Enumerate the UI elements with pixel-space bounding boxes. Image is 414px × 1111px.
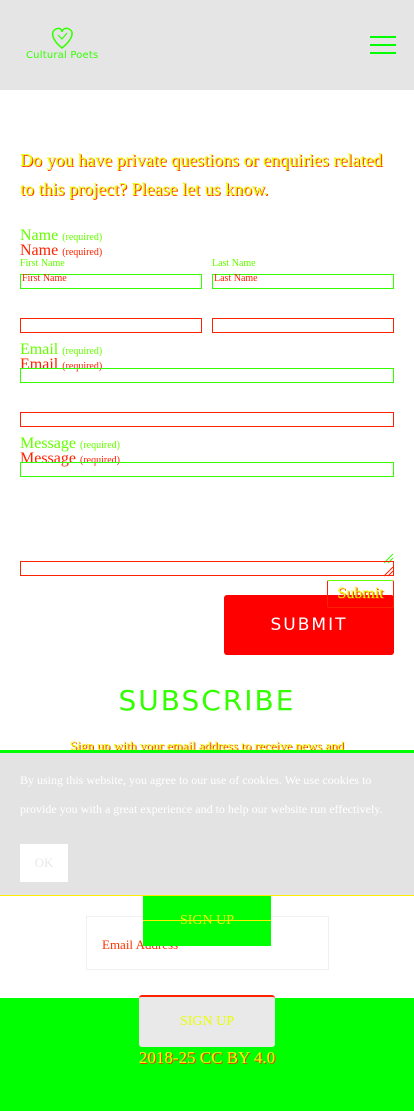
email-input-outline — [20, 383, 394, 413]
last-name-label: Last Name — [212, 258, 256, 269]
message-textarea[interactable] — [20, 462, 394, 477]
contact-intro-text: Do you have private questions or enquiri… — [20, 150, 383, 199]
first-name-input-outline — [20, 289, 202, 319]
resize-handle-icon[interactable] — [382, 565, 394, 577]
cookie-ok-button[interactable]: OK — [20, 844, 68, 882]
hamburger-menu-icon[interactable] — [370, 36, 396, 56]
message-textarea-outline — [20, 477, 394, 561]
email-input-bottom[interactable] — [20, 412, 394, 427]
last-name-input-bottom[interactable] — [212, 318, 394, 333]
last-name-input-outline — [212, 289, 394, 319]
first-name-input-bottom[interactable] — [20, 318, 202, 333]
email-input[interactable] — [20, 368, 394, 383]
submit-button-small[interactable]: Submit — [327, 580, 394, 608]
message-textarea-bottom[interactable] — [20, 561, 394, 576]
footer-signup-button[interactable]: SIGN UP — [139, 995, 275, 1047]
subscribe-title: SUBSCRIBE — [118, 684, 296, 717]
first-name-placeholder: First Name — [22, 273, 67, 284]
last-name-placeholder: Last Name — [214, 273, 258, 284]
first-name-label: First Name — [20, 258, 65, 269]
copyright-text: 2018-25 CC BY 4.0 — [138, 1048, 276, 1067]
logo-text: Cultural Poets — [26, 50, 99, 61]
signup-button[interactable]: SIGN UP — [143, 896, 271, 946]
cookie-text: By using this website, you agree to our … — [20, 773, 383, 816]
